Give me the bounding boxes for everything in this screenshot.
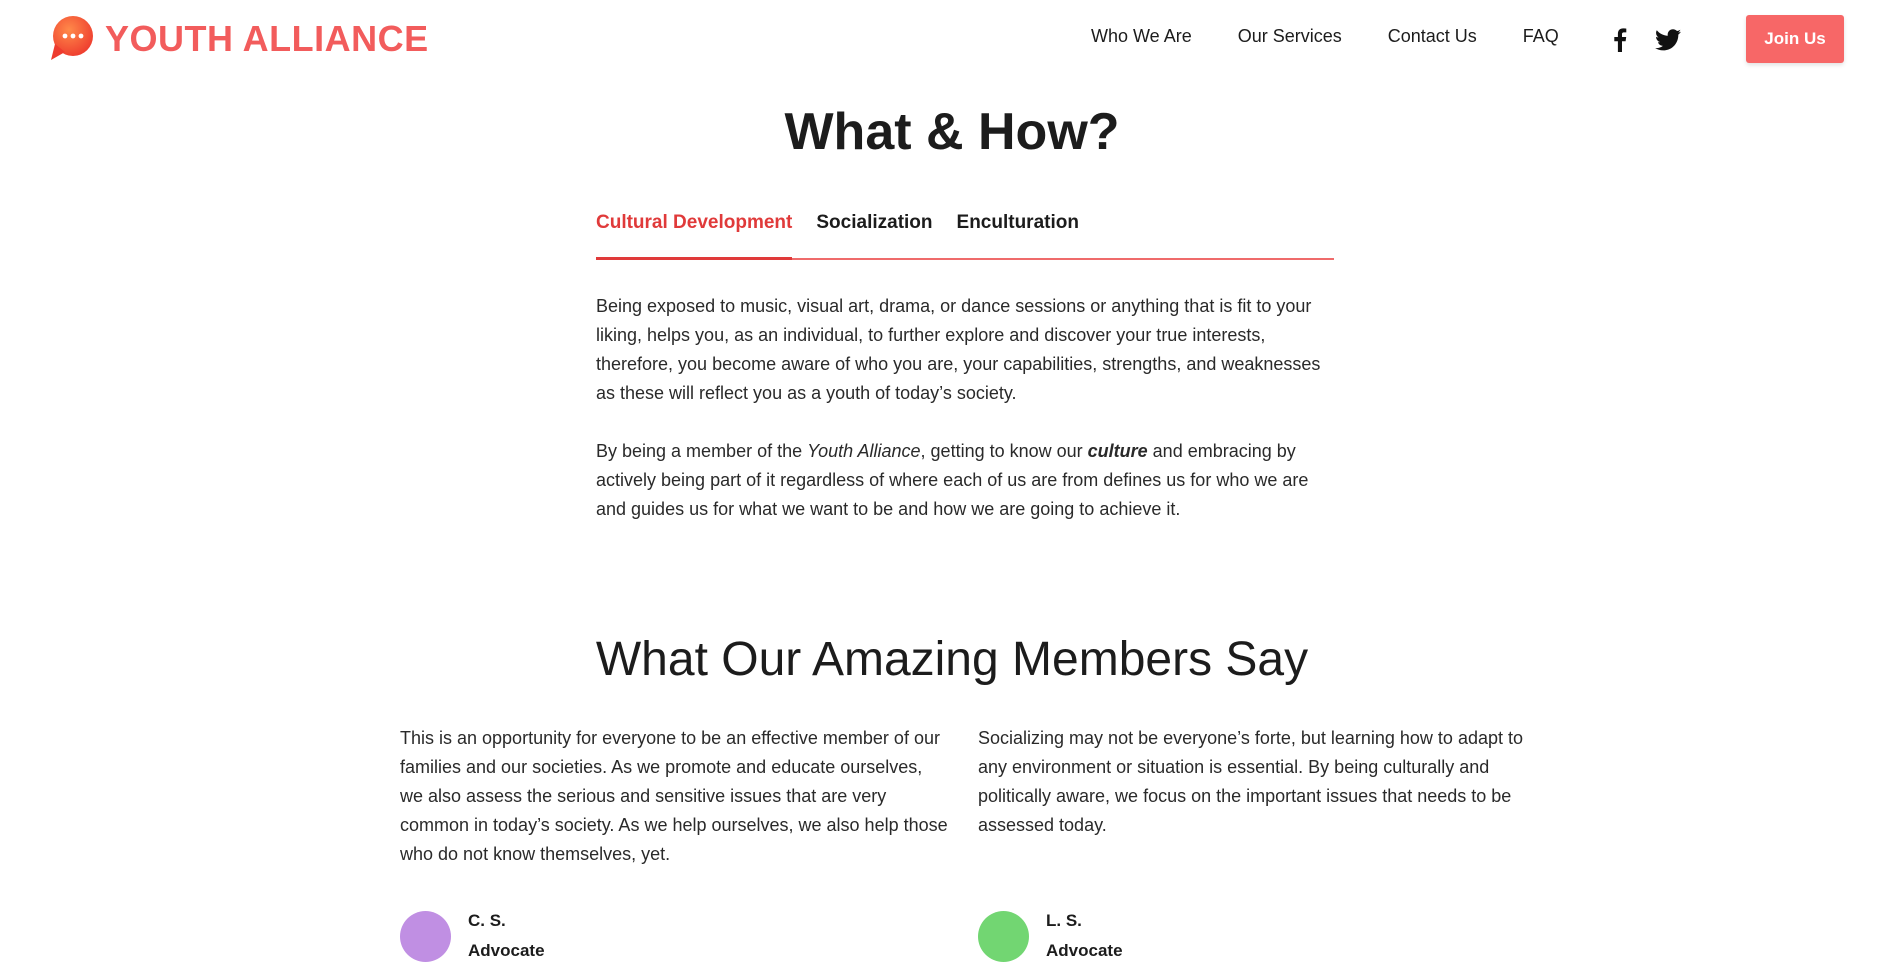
testimonial-card: This is an opportunity for everyone to b… [400,724,950,962]
author-name: C. S. [468,911,506,930]
testimonial-text: This is an opportunity for everyone to b… [400,728,948,864]
nav-faq[interactable]: FAQ [1523,26,1559,47]
author-name: L. S. [1046,911,1082,930]
author-role: Advocate [1046,941,1123,960]
site-header: YOUTH ALLIANCE Who We Are Our Services C… [0,0,1904,78]
join-us-button[interactable]: Join Us [1746,15,1844,63]
topic-tabs: Cultural Development Socialization Encul… [596,212,1334,260]
testimonials-title: What Our Amazing Members Say [595,633,1309,686]
tab-panel-cultural-development: Being exposed to music, visual art, dram… [596,292,1336,553]
culture-emphasis: culture [1087,441,1148,461]
youth-alliance-emphasis: Youth Alliance [807,441,921,461]
testimonial-text: Socializing may not be everyone’s forte,… [978,728,1524,835]
brand-logo-link[interactable]: YOUTH ALLIANCE [47,14,429,64]
testimonial-author: C. S. Advocate [400,906,545,966]
twitter-icon[interactable] [1654,26,1682,54]
tab-paragraph-2: By being a member of the Youth Alliance,… [596,441,1309,519]
testimonial-card: Socializing may not be everyone’s forte,… [978,724,1528,962]
author-role: Advocate [468,941,545,960]
what-how-title: What & How? [784,103,1120,161]
tab-paragraph-1: Being exposed to music, visual art, dram… [596,296,1321,403]
nav-our-services[interactable]: Our Services [1238,26,1342,47]
brand-name: YOUTH ALLIANCE [105,18,429,59]
tab-socialization[interactable]: Socialization [816,212,932,260]
nav-contact-us[interactable]: Contact Us [1388,26,1477,47]
social-links [1606,26,1702,54]
avatar [400,910,451,962]
main-nav: Who We Are Our Services Contact Us FAQ [1091,26,1559,47]
avatar [978,910,1029,962]
facebook-icon[interactable] [1606,26,1634,54]
tab-cultural-development[interactable]: Cultural Development [596,212,793,260]
speech-bubble-icon [47,14,97,64]
tab-enculturation[interactable]: Enculturation [957,212,1079,260]
testimonial-author: L. S. Advocate [978,906,1123,966]
nav-who-we-are[interactable]: Who We Are [1091,26,1192,47]
